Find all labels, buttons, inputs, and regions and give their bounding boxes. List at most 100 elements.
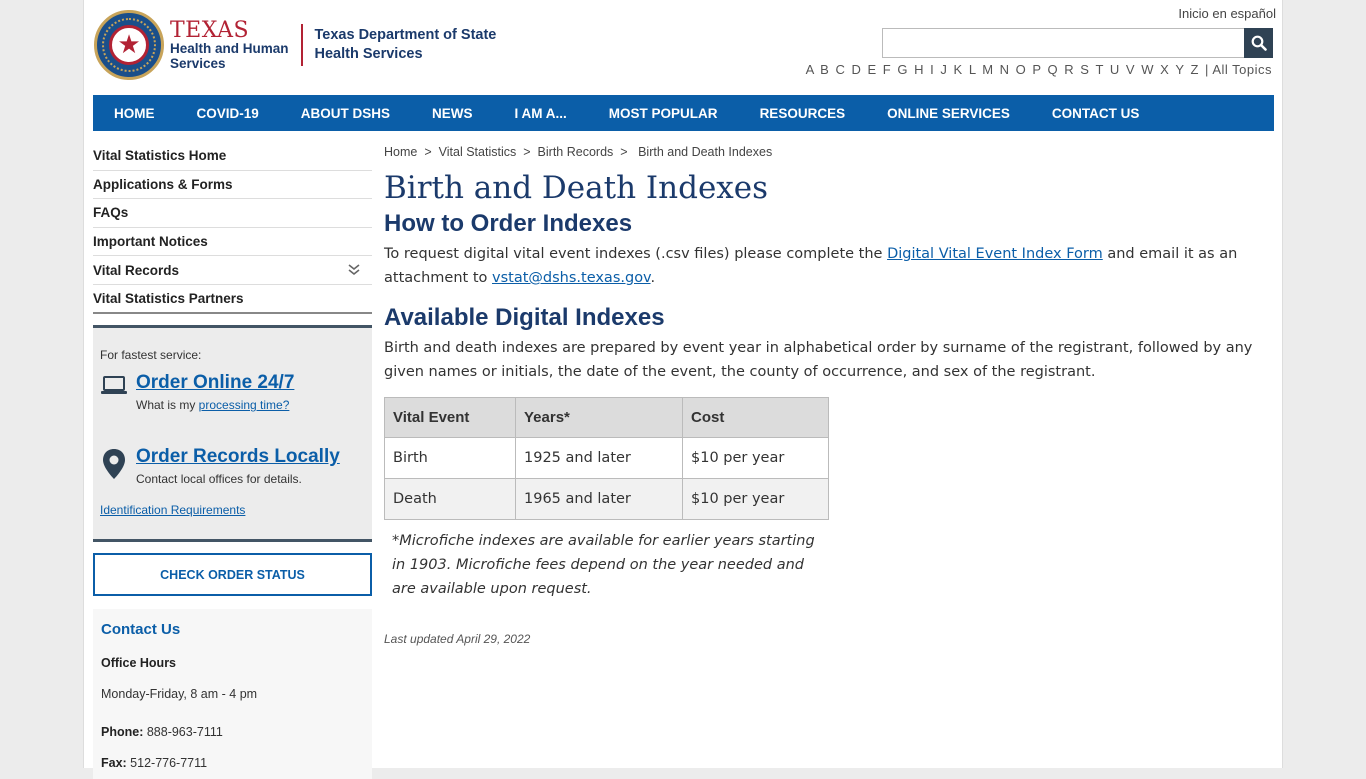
az-letter[interactable]: L [969, 62, 976, 77]
logo-divider [300, 24, 303, 66]
sidebar-item-important-notices[interactable]: Important Notices [93, 228, 372, 257]
column-header-years: Years* [515, 397, 683, 438]
search-input[interactable] [882, 28, 1244, 58]
az-index: A B C D E F G H I J K L M N O P Q R S T … [804, 62, 1272, 77]
hhs-wordmark: TEXAS Health and Human Services [170, 19, 289, 70]
az-letter[interactable]: E [868, 62, 877, 77]
az-letter[interactable]: C [835, 62, 845, 77]
az-letter[interactable]: F [883, 62, 891, 77]
az-letter[interactable]: I [930, 62, 934, 77]
sidebar-item-vital-statistics-home[interactable]: Vital Statistics Home [93, 142, 372, 171]
table-cell: Death [384, 478, 516, 520]
az-letter[interactable]: V [1126, 62, 1135, 77]
sidebar-item-label: Applications & Forms [93, 176, 233, 192]
org-name-line-2: Health and Human [170, 41, 289, 57]
az-letter[interactable]: S [1080, 62, 1089, 77]
nav-i-am-a[interactable]: I AM A... [494, 106, 588, 121]
logo[interactable]: ★ TEXAS Health and Human Services Texas … [94, 10, 496, 80]
az-letter[interactable]: D [851, 62, 861, 77]
microfiche-note: *Microfiche indexes are available for ea… [392, 533, 815, 597]
sidebar-item-applications-forms[interactable]: Applications & Forms [93, 171, 372, 200]
double-chevron-down-icon[interactable] [348, 264, 360, 276]
az-letter[interactable]: J [940, 62, 947, 77]
main-nav: HOME COVID-19 ABOUT DSHS NEWS I AM A... … [93, 95, 1274, 131]
order-locally-sub: Contact local offices for details. [136, 472, 302, 486]
az-letter[interactable]: P [1032, 62, 1041, 77]
nav-contact-us[interactable]: CONTACT US [1031, 106, 1161, 121]
az-letter[interactable]: Y [1175, 62, 1184, 77]
table-header-row: Vital Event Years* Cost [384, 397, 829, 438]
index-table: Vital Event Years* Cost Birth 1925 and l… [384, 397, 829, 520]
order-text-1: To request digital vital event indexes (… [384, 246, 888, 262]
sidebar-item-label: Vital Statistics Partners [93, 290, 244, 306]
texas-seal-icon: ★ [94, 10, 164, 80]
contact-title: Contact Us [101, 621, 181, 638]
sidebar-item-vital-records[interactable]: Vital Records [93, 256, 372, 285]
sidebar-item-label: Important Notices [93, 234, 208, 250]
az-letter[interactable]: R [1064, 62, 1074, 77]
breadcrumb-current: Birth and Death Indexes [638, 145, 773, 159]
order-local-row: Order Records Locally Contact local offi… [100, 446, 340, 486]
order-locally-link[interactable]: Order Records Locally [136, 446, 340, 468]
az-letter[interactable]: X [1160, 62, 1169, 77]
sidebar-item-vital-statistics-partners[interactable]: Vital Statistics Partners [93, 285, 372, 314]
az-letter[interactable]: G [897, 62, 908, 77]
table-row: Birth 1925 and later $10 per year [384, 437, 829, 479]
office-hours-value: Monday-Friday, 8 am - 4 pm [101, 687, 258, 701]
az-letter[interactable]: A [806, 62, 814, 77]
az-letter[interactable]: Q [1047, 62, 1058, 77]
az-letter[interactable]: M [982, 62, 993, 77]
dept-line-1: Texas Department of State [314, 27, 497, 44]
espanol-link[interactable]: Inicio en español [1178, 6, 1276, 21]
index-form-link[interactable]: Digital Vital Event Index Form [887, 246, 1103, 262]
search-form [882, 28, 1273, 58]
fastest-service-label: For fastest service: [100, 348, 202, 362]
nav-resources[interactable]: RESOURCES [739, 106, 867, 121]
office-hours-label: Office Hours [101, 656, 177, 670]
az-letter[interactable]: Z [1190, 62, 1198, 77]
processing-time-prefix: What is my [136, 398, 199, 412]
az-letter[interactable]: K [954, 62, 963, 77]
all-topics-link[interactable]: | All Topics [1205, 62, 1272, 77]
available-description: Birth and death indexes are prepared by … [384, 340, 1253, 380]
sidebar-item-label: FAQs [93, 205, 129, 221]
az-letter[interactable]: H [914, 62, 924, 77]
az-letter[interactable]: O [1016, 62, 1027, 77]
section-heading-available: Available Digital Indexes [384, 304, 665, 331]
dept-line-2: Health Services [314, 46, 423, 62]
az-letter[interactable]: T [1096, 62, 1104, 77]
breadcrumb-vital-statistics[interactable]: Vital Statistics [439, 145, 517, 159]
az-letter[interactable]: W [1141, 62, 1154, 77]
table-row: Death 1965 and later $10 per year [384, 478, 829, 520]
nav-news[interactable]: NEWS [411, 106, 494, 121]
order-online-row: Order Online 24/7 What is my processing … [100, 372, 294, 412]
nav-most-popular[interactable]: MOST POPULAR [588, 106, 739, 121]
az-letter[interactable]: B [820, 62, 829, 77]
identification-requirements-link[interactable]: Identification Requirements [100, 503, 245, 517]
search-button[interactable] [1244, 28, 1273, 58]
nav-about-dshs[interactable]: ABOUT DSHS [280, 106, 411, 121]
org-name-texas: TEXAS [170, 18, 250, 44]
nav-online-services[interactable]: ONLINE SERVICES [866, 106, 1031, 121]
laptop-icon [101, 376, 127, 394]
breadcrumb-birth-records[interactable]: Birth Records [538, 145, 614, 159]
phone-value[interactable]: 888-963-7111 [143, 725, 223, 739]
table-cell: $10 per year [682, 478, 829, 520]
nav-covid-19[interactable]: COVID-19 [176, 106, 280, 121]
sidebar-item-faqs[interactable]: FAQs [93, 199, 372, 228]
breadcrumb-home[interactable]: Home [384, 145, 417, 159]
processing-time-link[interactable]: processing time? [199, 398, 290, 412]
check-order-status-button[interactable]: CHECK ORDER STATUS [93, 553, 372, 596]
page-title: Birth and Death Indexes [384, 170, 769, 206]
az-letter[interactable]: U [1110, 62, 1120, 77]
org-name-line-3: Services [170, 55, 226, 71]
vstat-email-link[interactable]: vstat@dshs.texas.gov [492, 270, 651, 286]
order-box: For fastest service: Order Online 24/7 W… [93, 325, 372, 542]
sidebar-item-label: Vital Statistics Home [93, 148, 227, 164]
map-pin-icon [103, 449, 125, 479]
order-online-link[interactable]: Order Online 24/7 [136, 372, 294, 394]
search-icon [1251, 35, 1267, 51]
az-letter[interactable]: N [1000, 62, 1010, 77]
nav-home[interactable]: HOME [93, 106, 176, 121]
sidebar-item-label: Vital Records [93, 262, 180, 278]
